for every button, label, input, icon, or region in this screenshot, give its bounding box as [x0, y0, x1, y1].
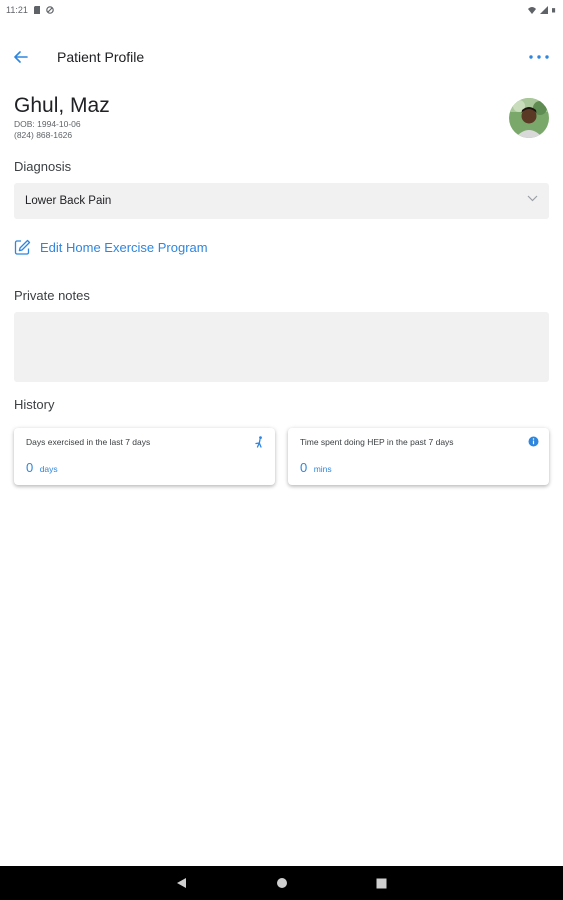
- exercise-figure-icon: [255, 436, 262, 448]
- chevron-down-icon: [527, 195, 538, 202]
- sd-card-icon: [33, 6, 40, 14]
- edit-home-exercise-program-link[interactable]: Edit Home Exercise Program: [14, 239, 208, 256]
- status-bar: 11:21: [0, 0, 563, 20]
- square-recents-icon: [376, 878, 387, 888]
- app-bar: Patient Profile: [0, 38, 563, 76]
- private-notes-label: Private notes: [14, 288, 90, 303]
- info-icon: [528, 436, 539, 447]
- patient-phone: (824) 868-1626: [14, 130, 73, 140]
- patient-dob: DOB: 1994-10-06: [14, 119, 81, 129]
- avatar-photo: [509, 98, 549, 138]
- back-button[interactable]: [10, 46, 32, 68]
- arrow-back-icon: [14, 51, 28, 63]
- more-options-button[interactable]: [527, 46, 551, 68]
- diagnosis-dropdown[interactable]: Lower Back Pain: [14, 183, 549, 219]
- diagnosis-selected-value: Lower Back Pain: [25, 195, 112, 207]
- history-label: History: [14, 397, 55, 412]
- page-title: Patient Profile: [57, 49, 145, 65]
- status-right: [528, 6, 557, 14]
- nav-recents-button[interactable]: [372, 873, 392, 893]
- private-notes-field[interactable]: [14, 312, 549, 382]
- card-title: Days exercised in the last 7 days: [26, 437, 151, 447]
- battery-icon: [552, 8, 556, 13]
- card-value: 0 mins: [300, 459, 332, 477]
- circle-home-icon: [276, 878, 287, 888]
- avatar[interactable]: [509, 98, 549, 138]
- edit-icon: [14, 239, 31, 255]
- notification-icon: [46, 6, 54, 14]
- signal-icon: [540, 6, 548, 14]
- mins-unit: mins: [313, 464, 332, 474]
- time-spent-card[interactable]: Time spent doing HEP in the past 7 days …: [288, 428, 549, 485]
- system-nav-bar: [0, 866, 563, 900]
- status-left: 11:21: [6, 5, 54, 15]
- edit-hep-label: Edit Home Exercise Program: [40, 240, 208, 255]
- days-unit: days: [39, 464, 58, 474]
- patient-name: Ghul, Maz: [14, 94, 110, 117]
- wifi-icon: [528, 7, 536, 14]
- nav-back-button[interactable]: [172, 873, 192, 893]
- days-value: 0: [26, 460, 34, 475]
- status-time: 11:21: [6, 5, 28, 15]
- days-exercised-card[interactable]: Days exercised in the last 7 days 0 days: [14, 428, 275, 485]
- mins-value: 0: [300, 460, 308, 475]
- triangle-back-icon: [177, 878, 186, 888]
- card-title: Time spent doing HEP in the past 7 days: [300, 437, 454, 447]
- more-horizontal-icon: [529, 55, 549, 59]
- card-value: 0 days: [26, 459, 58, 477]
- nav-home-button[interactable]: [272, 873, 292, 893]
- diagnosis-label: Diagnosis: [14, 159, 72, 174]
